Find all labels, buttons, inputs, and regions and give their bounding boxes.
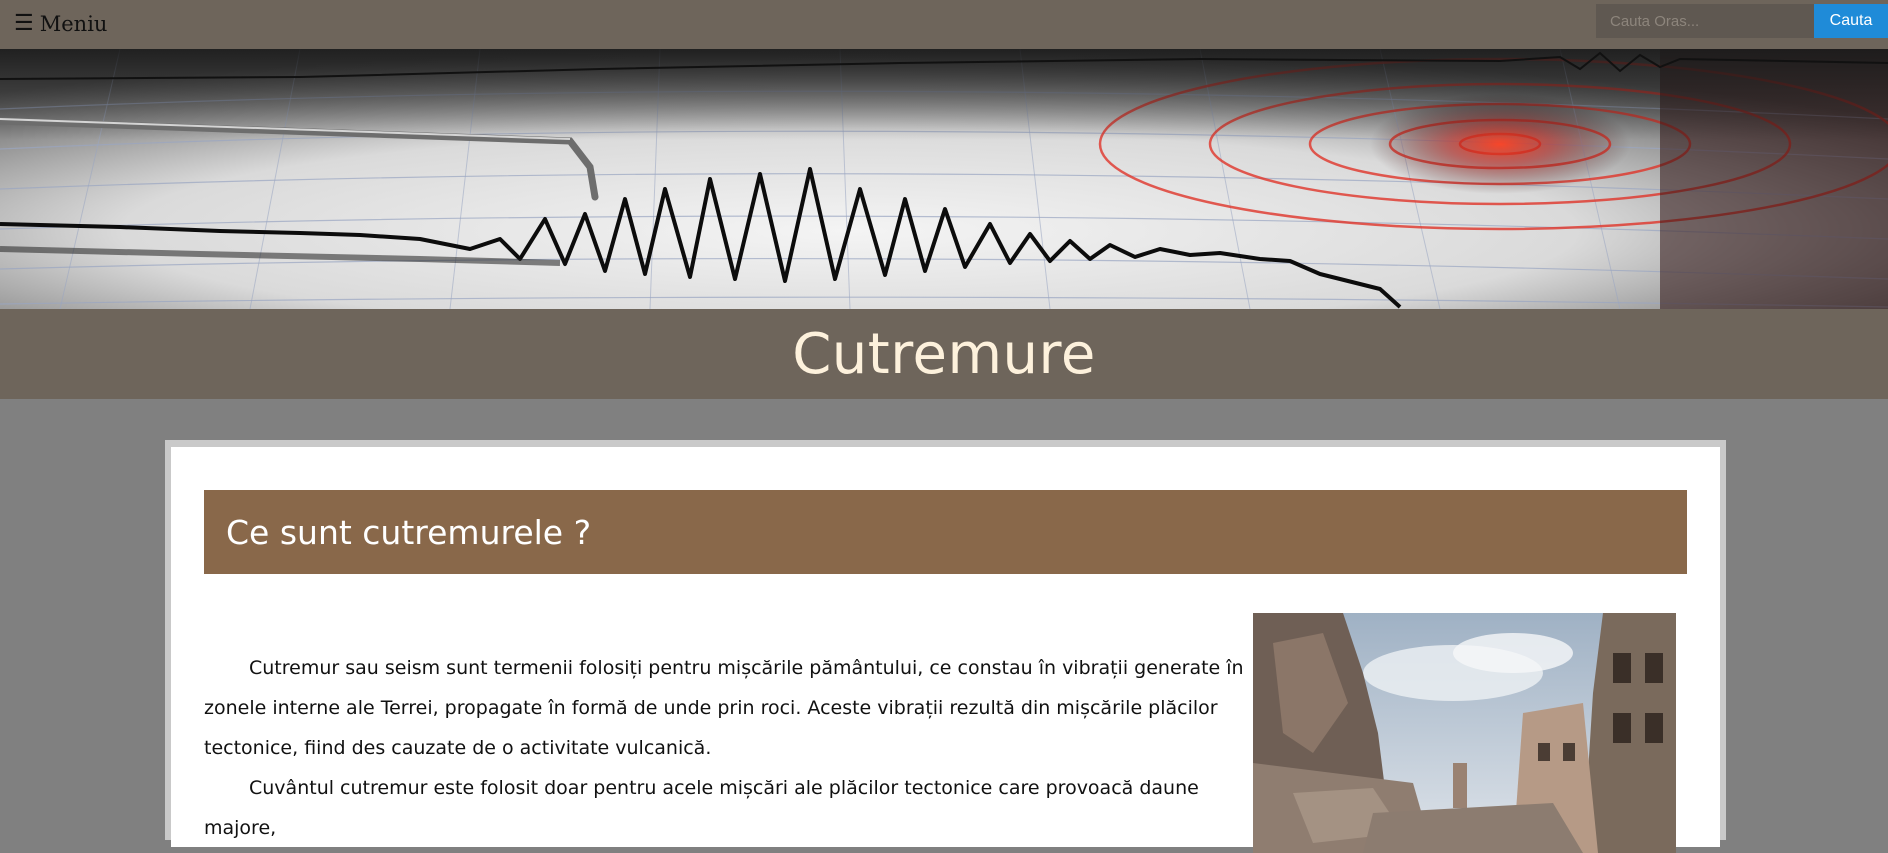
city-search-input[interactable] xyxy=(1596,4,1814,38)
menu-label: Meniu xyxy=(39,12,108,36)
paragraph: Cuvântul cutremur este folosit doar pent… xyxy=(204,777,1199,839)
hero-banner xyxy=(0,49,1888,309)
section-heading-bar: Ce sunt cutremurele ? xyxy=(204,490,1687,574)
section-text: Cutremur sau seism sunt termenii folosiț… xyxy=(204,648,1244,848)
section-heading: Ce sunt cutremurele ? xyxy=(226,512,592,552)
page-title: Cutremure xyxy=(792,321,1096,387)
search-form: Cauta xyxy=(1596,4,1888,38)
seismograph-image xyxy=(0,49,1888,309)
title-band: Cutremure xyxy=(0,309,1888,399)
ruins-image xyxy=(1253,613,1676,853)
earthquake-photo xyxy=(1253,613,1676,853)
hamburger-icon: ☰ xyxy=(14,11,34,36)
paragraph: Cutremur sau seism sunt termenii folosiț… xyxy=(204,657,1244,759)
menu-button[interactable]: ☰ Meniu xyxy=(14,8,107,40)
search-button[interactable]: Cauta xyxy=(1814,4,1888,38)
top-navbar: ☰ Meniu Cauta xyxy=(0,0,1888,49)
content-card: Ce sunt cutremurele ? Cutremur sau seism… xyxy=(171,447,1720,853)
